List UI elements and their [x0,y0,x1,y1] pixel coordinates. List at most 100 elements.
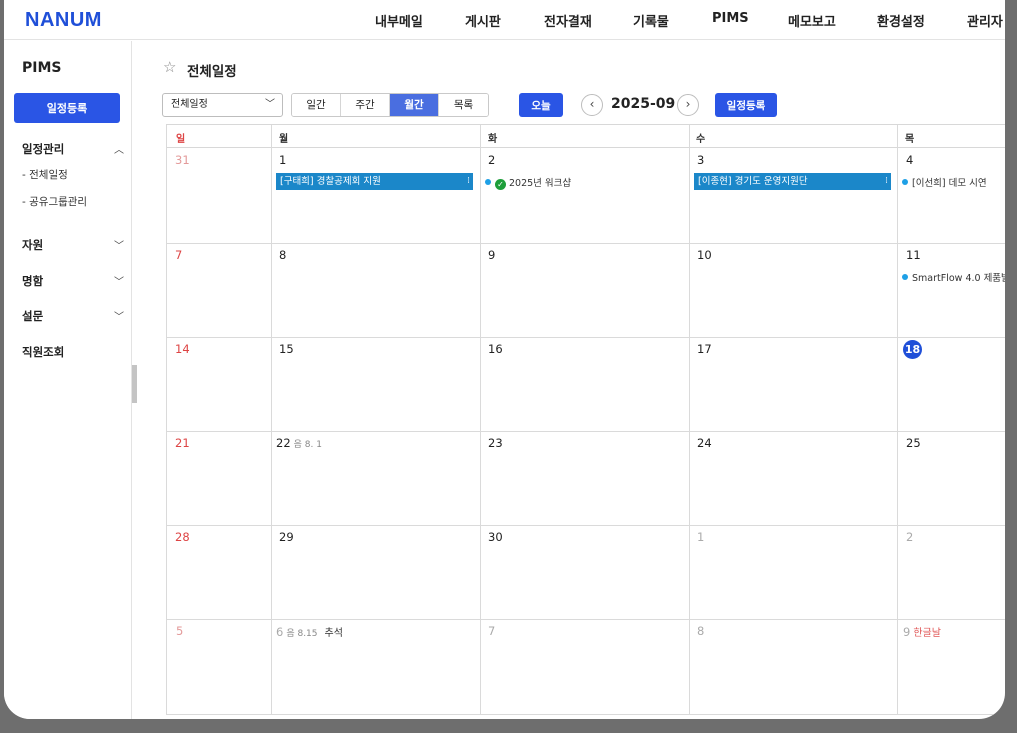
day-number[interactable]: 29 [279,530,294,544]
event-item[interactable]: [이선희] 데모 시연 [902,175,987,189]
day-number[interactable]: 1 [279,153,286,167]
event-dot-icon [485,179,491,185]
event-item[interactable]: SmartFlow 4.0 제품발표 [902,270,1005,284]
sidebar-subitem-share-group[interactable]: - 공유그룹관리 [22,194,87,209]
day-number[interactable]: 8 [279,248,286,262]
event-dot-icon [902,179,908,185]
nav-records[interactable]: 기록물 [633,11,669,30]
day-number[interactable]: 3 [697,153,704,167]
weekday-sun: 일 [176,134,186,145]
event-item[interactable]: ✓ 2025년 워크샵 [485,175,571,190]
tab-day[interactable]: 일간 [292,94,341,116]
chevron-up-icon[interactable]: ︿ [114,141,124,156]
day-cell-label[interactable]: 22 음 8. 1 [276,436,322,450]
nav-approval[interactable]: 전자결재 [544,11,592,30]
chevron-down-icon[interactable]: ﹀ [114,308,124,323]
nav-memo-report[interactable]: 메모보고 [788,11,836,30]
grid-line [897,125,898,715]
event-title: SmartFlow 4.0 제품발표 [912,273,1005,284]
day-number[interactable]: 4 [906,153,913,167]
day-number[interactable]: 10 [697,248,712,262]
today-marker[interactable]: 18 [903,340,922,359]
holiday-label: 추석 [324,628,343,639]
check-circle-icon: ✓ [495,179,506,190]
day-number[interactable]: 7 [488,624,495,638]
event-bar[interactable]: [이종현] 경기도 운영지원단 ⁞ [694,173,891,190]
sidebar-item-business-card[interactable]: 명함 [22,273,43,289]
main-content: ☆ 전체일정 전체일정 ﹀ 일간 주간 월간 목록 오늘 ‹ 2025-09 ›… [142,41,1005,719]
sidebar-subitem-all-schedule[interactable]: - 전체일정 [22,167,68,182]
day-number[interactable]: 25 [906,436,921,450]
day-number: 9 [903,625,911,639]
grid-line [166,337,1005,338]
grid-line [166,525,1005,526]
day-cell-label[interactable]: 9 한글날 [903,624,941,639]
chevron-left-icon[interactable]: ‹ [581,94,603,116]
app-window: NANUM 내부메일 게시판 전자결재 기록물 PIMS 메모보고 환경설정 관… [4,0,1005,719]
resize-handle-icon[interactable]: ⁞ [467,173,470,190]
chevron-down-icon[interactable]: ﹀ [114,237,124,252]
weekday-tue: 화 [488,134,498,145]
lunar-date: 음 8.15 [286,629,318,639]
sidebar-scrollbar[interactable] [132,365,137,403]
day-number[interactable]: 21 [175,436,190,450]
event-bar[interactable]: [구태희] 경찰공제회 지원 ⁞ [276,173,473,190]
chevron-down-icon[interactable]: ﹀ [114,273,124,288]
sidebar-item-employee-search[interactable]: 직원조회 [22,344,64,360]
day-number[interactable]: 2 [488,153,495,167]
tab-list[interactable]: 목록 [439,94,488,116]
nav-pims[interactable]: PIMS [712,11,749,26]
day-number[interactable]: 16 [488,342,503,356]
lunar-date: 음 8. 1 [293,440,322,450]
day-number[interactable]: 23 [488,436,503,450]
weekday-thu: 목 [905,134,915,145]
nav-internal-mail[interactable]: 내부메일 [375,11,423,30]
grid-line [166,714,1005,715]
view-tabs: 일간 주간 월간 목록 [291,93,489,117]
register-schedule-button[interactable]: 일정등록 [715,93,777,117]
day-number[interactable]: 31 [175,153,190,167]
grid-line [271,125,272,715]
day-number[interactable]: 30 [488,530,503,544]
sidebar-item-resource[interactable]: 자원 [22,237,43,253]
schedule-filter-select[interactable]: 전체일정 ﹀ [162,93,283,117]
page-title: 전체일정 [187,64,237,80]
day-number[interactable]: 9 [488,248,495,262]
day-number[interactable]: 28 [175,530,190,544]
sidebar-title: PIMS [22,60,62,76]
grid-line [166,125,167,715]
nav-settings[interactable]: 환경설정 [877,11,925,30]
chevron-right-icon[interactable]: › [677,94,699,116]
event-title: [이종현] 경기도 운영지원단 [698,176,808,187]
day-number[interactable]: 17 [697,342,712,356]
day-number[interactable]: 15 [279,342,294,356]
nav-admin[interactable]: 관리자 [967,11,1003,30]
day-number[interactable]: 14 [175,342,190,356]
grid-line [166,619,1005,620]
star-icon[interactable]: ☆ [163,58,176,76]
day-number[interactable]: 1 [697,530,704,544]
sidebar-item-schedule[interactable]: 일정관리 [22,141,64,157]
day-number[interactable]: 11 [906,248,921,262]
sidebar-item-survey[interactable]: 설문 [22,308,43,324]
tab-week[interactable]: 주간 [341,94,390,116]
sidebar-register-button[interactable]: 일정등록 [14,93,120,123]
today-button[interactable]: 오늘 [519,93,563,117]
current-month: 2025-09 [611,96,676,112]
day-number[interactable]: 2 [906,530,913,544]
day-number[interactable]: 7 [175,248,182,262]
day-number[interactable]: 5 [176,624,183,638]
grid-line [689,125,690,715]
resize-handle-icon[interactable]: ⁞ [885,173,888,190]
nav-board[interactable]: 게시판 [465,11,501,30]
grid-line [166,431,1005,432]
tab-month[interactable]: 월간 [390,94,439,116]
day-number[interactable]: 24 [697,436,712,450]
event-dot-icon [902,274,908,280]
day-number[interactable]: 8 [697,624,704,638]
event-title: [이선희] 데모 시연 [912,178,987,189]
chevron-down-icon: ﹀ [265,99,275,110]
logo[interactable]: NANUM [25,9,102,32]
day-cell-label[interactable]: 6음 8.15 추석 [276,624,343,639]
grid-line [480,125,481,715]
